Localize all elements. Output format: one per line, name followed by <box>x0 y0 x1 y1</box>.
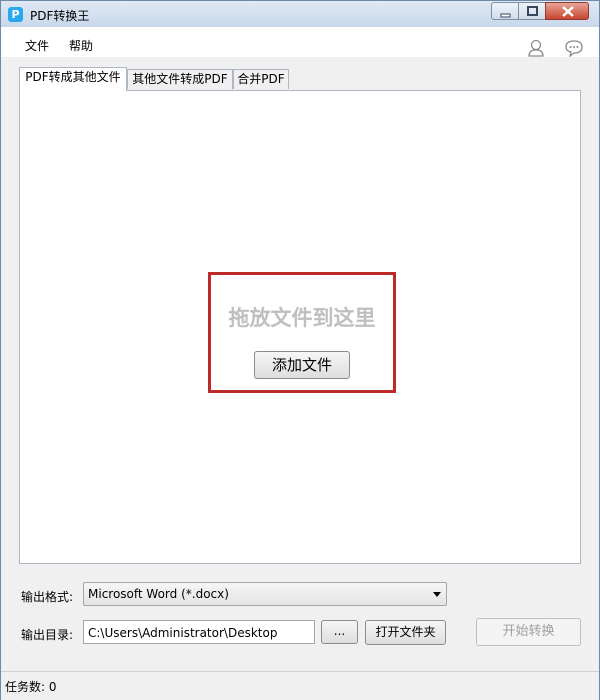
start-convert-button[interactable]: 开始转换 <box>476 618 581 646</box>
output-dir-input[interactable]: C:\Users\Administrator\Desktop <box>83 620 315 644</box>
drop-zone[interactable]: 拖放文件到这里 添加文件 <box>208 272 396 393</box>
menu-help[interactable]: 帮助 <box>69 37 93 54</box>
minimize-button[interactable] <box>491 2 519 20</box>
tab-other-to-pdf[interactable]: 其他文件转成PDF <box>127 69 233 89</box>
close-button[interactable] <box>545 2 589 20</box>
tab-panel[interactable]: 拖放文件到这里 添加文件 <box>19 90 581 564</box>
output-dir-label: 输出目录: <box>21 628 74 642</box>
minimize-icon <box>500 13 511 18</box>
drop-prompt: 拖放文件到这里 <box>228 306 376 330</box>
dropdown-arrow-icon <box>433 592 441 597</box>
close-icon <box>562 6 574 17</box>
user-icon[interactable] <box>527 39 545 57</box>
output-dir-value: C:\Users\Administrator\Desktop <box>88 626 278 640</box>
output-format-label: 输出格式: <box>21 590 74 604</box>
tab-merge-pdf[interactable]: 合并PDF <box>233 69 289 89</box>
browse-button[interactable]: ... <box>321 620 358 644</box>
app-logo-icon: P <box>8 7 23 22</box>
maximize-button[interactable] <box>518 2 546 20</box>
app-window: P PDF转换王 文件 帮助 PDF转成其他文件 其他文件转成PDF 合并PDF… <box>0 0 600 700</box>
output-format-select[interactable]: Microsoft Word (*.docx) <box>83 582 447 606</box>
menu-file[interactable]: 文件 <box>25 37 49 54</box>
maximize-icon <box>527 6 538 16</box>
chat-bubble-icon[interactable] <box>564 39 584 57</box>
window-title: PDF转换王 <box>30 9 90 23</box>
task-count: 任务数: 0 <box>5 680 57 694</box>
title-bar[interactable]: P PDF转换王 <box>1 1 599 27</box>
output-format-value: Microsoft Word (*.docx) <box>88 587 229 601</box>
open-folder-button[interactable]: 打开文件夹 <box>365 620 446 645</box>
status-bar: 任务数: 0 <box>1 671 599 700</box>
tab-pdf-to-other[interactable]: PDF转成其他文件 <box>19 67 127 91</box>
menu-bar: 文件 帮助 <box>1 27 599 57</box>
add-file-button[interactable]: 添加文件 <box>254 351 350 379</box>
